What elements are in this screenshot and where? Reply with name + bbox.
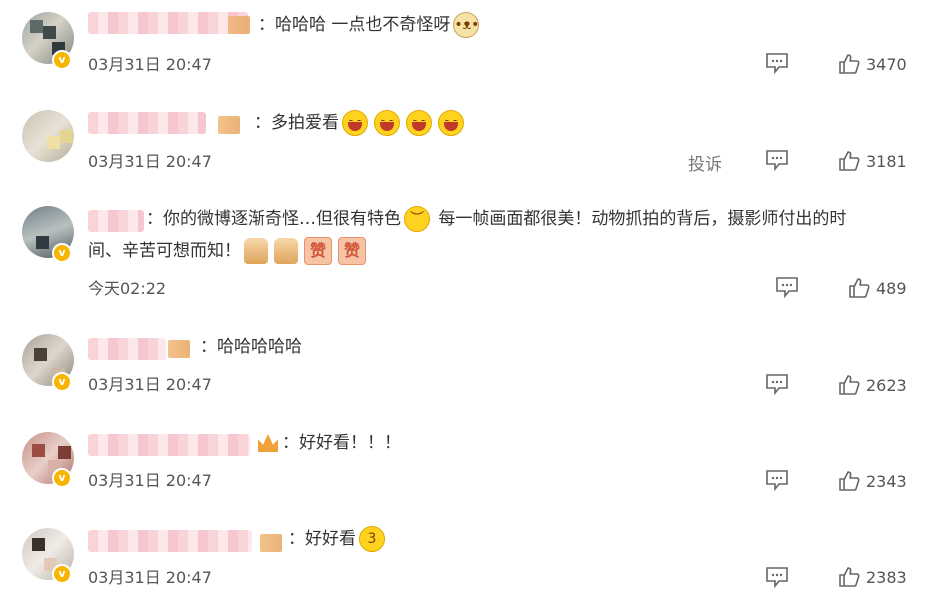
zan-emoji-icon: 赞 [304,237,332,265]
comment-text-line2: 间、辛苦可想而知！ 赞赞 [88,236,369,266]
comment-time: 03月31日 20:47 [88,55,212,74]
thumbs-up-icon [849,278,870,298]
username-blurred[interactable] [88,338,166,360]
comment-body: ：哈哈哈 一点也不奇怪呀 [258,15,451,35]
laughing-emoji-icon [374,108,400,136]
user-tag-icon [228,16,250,34]
comment-text-line1: ：你的微博逐渐奇怪…但很有特色 ︶ 每一帧画面都很美！动物抓拍的背后，摄影师付出的… [146,204,846,234]
verified-badge-icon: v [52,243,72,263]
comment-bubble-icon[interactable] [765,52,789,74]
like-button[interactable]: 3470 [838,51,928,77]
username-blurred[interactable] [88,530,252,552]
thumbs-up-icon [839,151,860,171]
crown-icon [258,434,278,452]
like-button[interactable]: 489 [848,275,928,301]
comment-bubble-icon[interactable] [765,373,789,395]
like-count: 2343 [866,471,907,491]
user-tag-icon [260,534,282,552]
comment-time: 03月31日 20:47 [88,568,212,587]
laughing-emoji-icon [342,108,368,136]
comment-text: ：哈哈哈 一点也不奇怪呀 •ᴥ• [258,10,482,40]
comment-text: ：多拍爱看 [254,108,467,138]
like-button[interactable]: 3181 [838,148,928,174]
comment-body: ：好好看！！！ [282,433,401,453]
username-blurred[interactable] [88,434,250,456]
like-button[interactable]: 2623 [838,372,928,398]
like-count: 2623 [866,375,907,395]
username-blurred[interactable] [88,12,248,34]
comment-time: 03月31日 20:47 [88,375,212,394]
report-link[interactable]: 投诉 [688,150,722,175]
thumbs-up-icon [839,54,860,74]
comment-bubble-icon[interactable] [765,566,789,588]
comment-text: ：好好看！！！ [258,428,401,458]
verified-badge-icon: v [52,564,72,584]
user-tag-icon [218,116,240,134]
user-tag-icon [168,340,190,358]
comment-body-line2: 间、辛苦可想而知！ [88,241,241,261]
like-count: 2383 [866,567,907,587]
comment-text: ：好好看 3 [288,524,388,554]
thumbs-up-icon [839,375,860,395]
laughing-emoji-icon [438,108,464,136]
like-count: 3181 [866,151,907,171]
comment-bubble-icon[interactable] [765,469,789,491]
like-button[interactable]: 2383 [838,564,928,590]
username-blurred[interactable] [88,112,206,134]
comment-text: ：哈哈哈哈哈 [200,332,302,362]
comment-time: 今天02:22 [88,279,167,298]
zan-emoji-icon: 赞 [338,237,366,265]
comment-body: ：好好看 [288,529,356,549]
thumbs-up-icon [839,567,860,587]
comment-body: ：你的微博逐渐奇怪…但很有特色 [146,209,401,229]
comment-bubble-icon[interactable] [775,276,799,298]
like-button[interactable]: 2343 [838,468,928,494]
avatar[interactable] [22,110,74,162]
like-count: 3470 [866,54,907,74]
comment-body: ：多拍爱看 [254,113,339,133]
like-count: 489 [876,278,907,298]
thumbs-up-icon [839,471,860,491]
username-blurred[interactable] [88,210,144,232]
verified-badge-icon: v [52,50,72,70]
comment-time: 03月31日 20:47 [88,152,212,171]
doge-emoji-icon: •ᴥ• [453,12,479,38]
verified-badge-icon: v [52,372,72,392]
verified-badge-icon: v [52,468,72,488]
comment-bubble-icon[interactable] [765,149,789,171]
comment-time: 03月31日 20:47 [88,471,212,490]
comment-body-continued: 每一帧画面都很美！动物抓拍的背后，摄影师付出的时 [438,209,847,229]
thumbs-up-emoji-icon [274,238,298,264]
comment-body: ：哈哈哈哈哈 [200,337,302,357]
thumbs-up-emoji-icon [244,238,268,264]
yawning-emoji-icon: ︶ [404,206,430,232]
laughing-emoji-icon [406,108,432,136]
kissing-emoji-icon: 3 [359,526,385,552]
